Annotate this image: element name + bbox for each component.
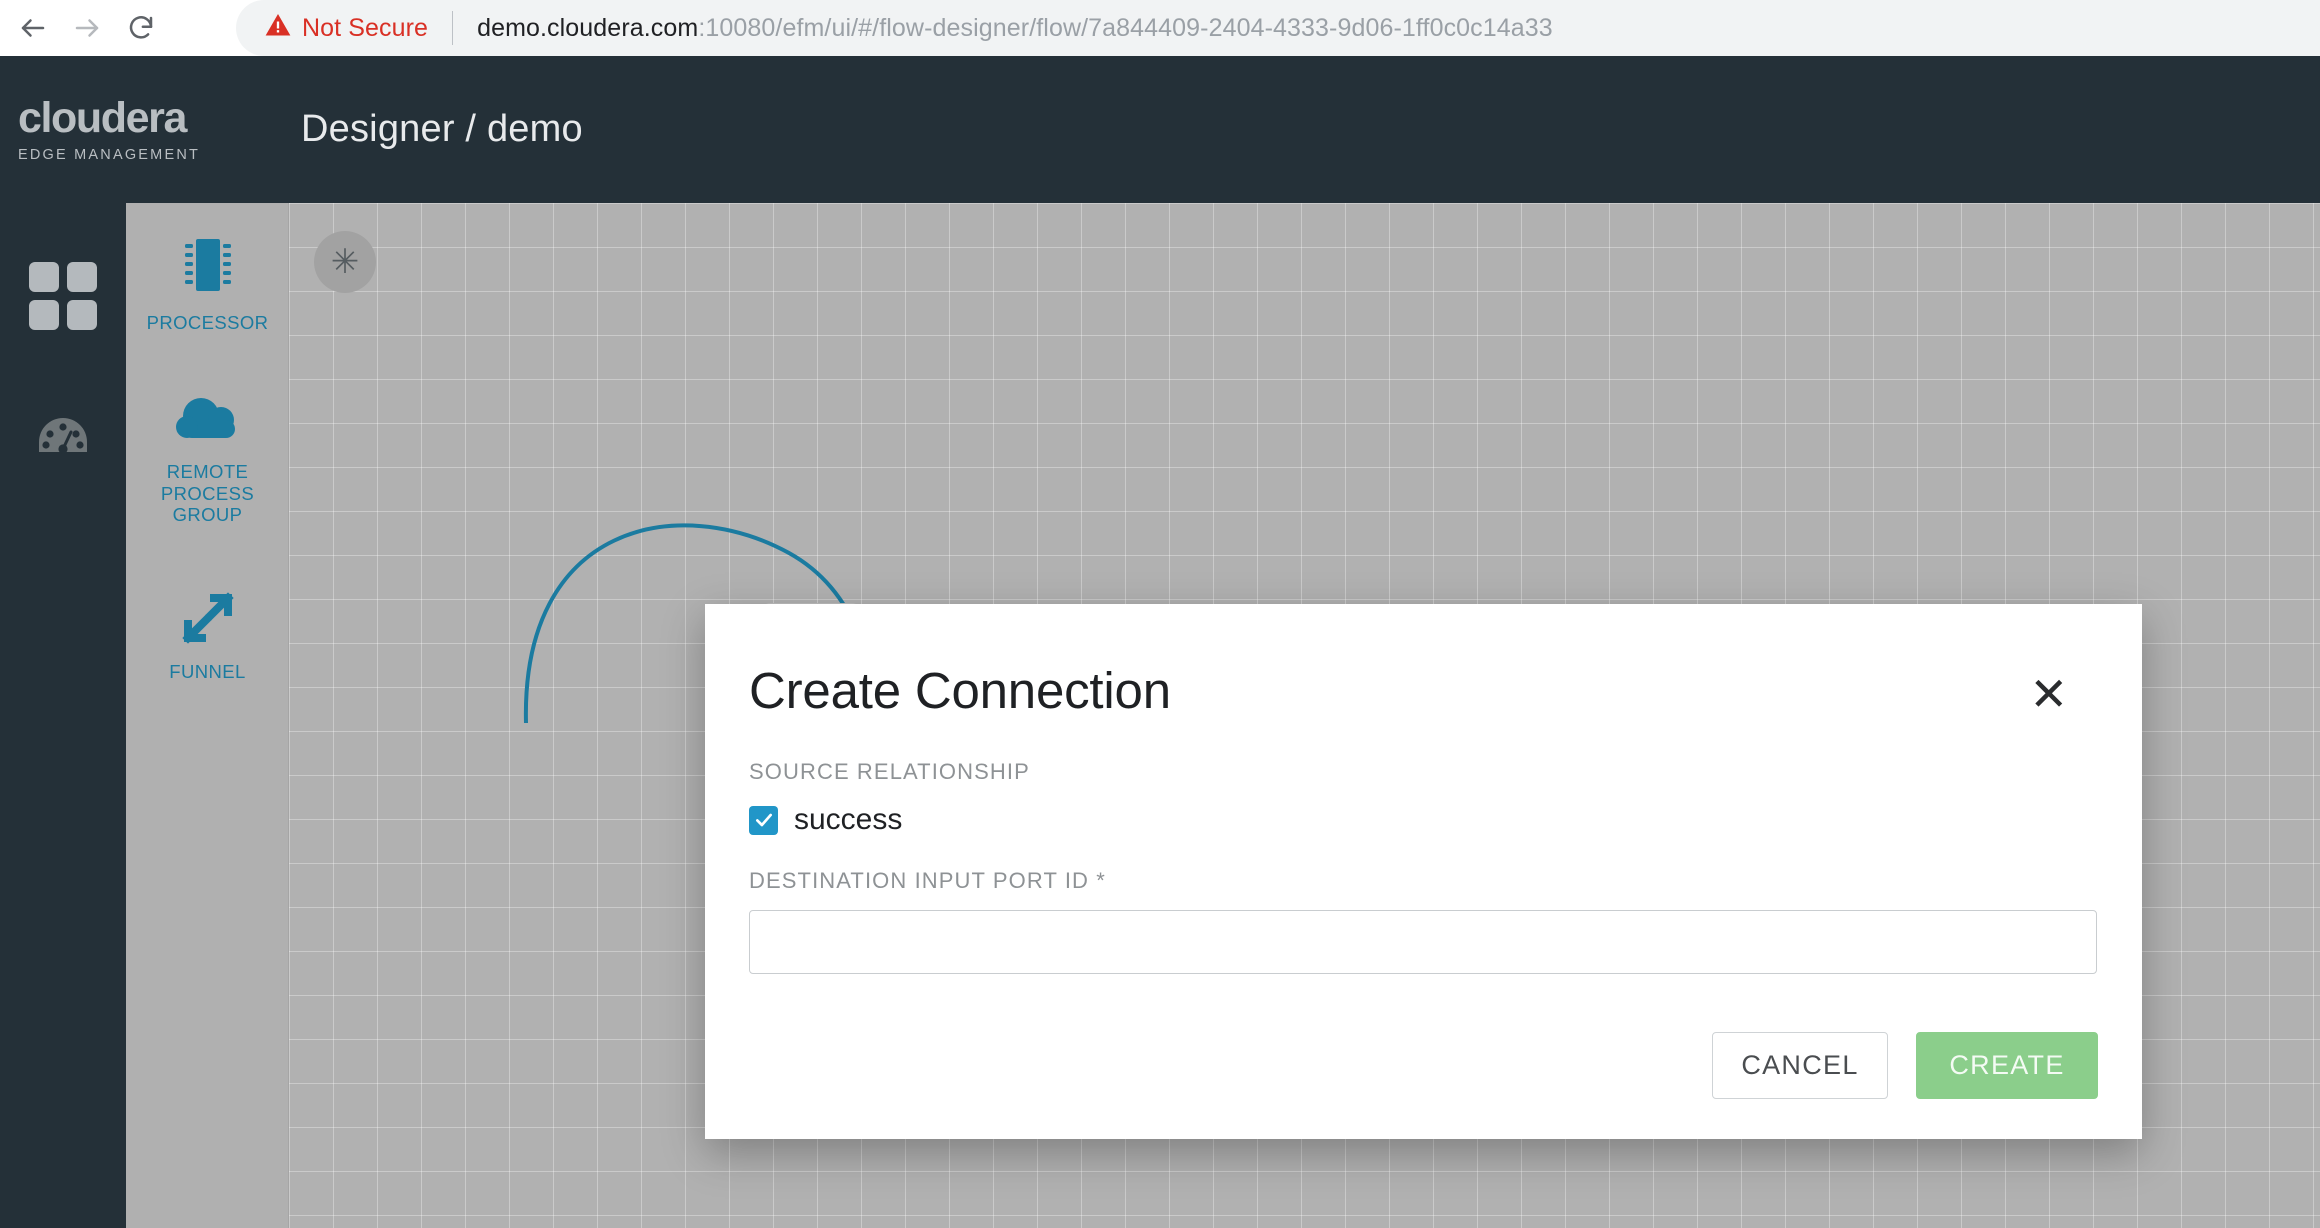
source-relationship-label: SOURCE RELATIONSHIP: [749, 759, 1030, 784]
dialog-actions: CANCEL CREATE: [1712, 1032, 2098, 1099]
relationship-label: success: [794, 803, 903, 836]
cancel-button[interactable]: CANCEL: [1712, 1032, 1888, 1099]
close-icon[interactable]: ✕: [2023, 665, 2074, 723]
create-button[interactable]: CREATE: [1916, 1032, 2098, 1099]
dialog-title: Create Connection: [749, 662, 1171, 719]
relationship-row[interactable]: success: [749, 803, 2098, 837]
modal-layer: Create Connection ✕ SOURCE RELATIONSHIP …: [0, 0, 2320, 1228]
destination-input-port-id-field[interactable]: [749, 910, 2097, 974]
dialog-header: Create Connection ✕: [705, 604, 2142, 723]
dialog-body: SOURCE RELATIONSHIP success DESTINATION …: [705, 723, 2142, 974]
check-icon: [755, 813, 772, 827]
relationship-checkbox-success[interactable]: [749, 805, 778, 835]
destination-input-port-label: DESTINATION INPUT PORT ID *: [749, 868, 1106, 893]
create-connection-dialog: Create Connection ✕ SOURCE RELATIONSHIP …: [705, 604, 2142, 1139]
